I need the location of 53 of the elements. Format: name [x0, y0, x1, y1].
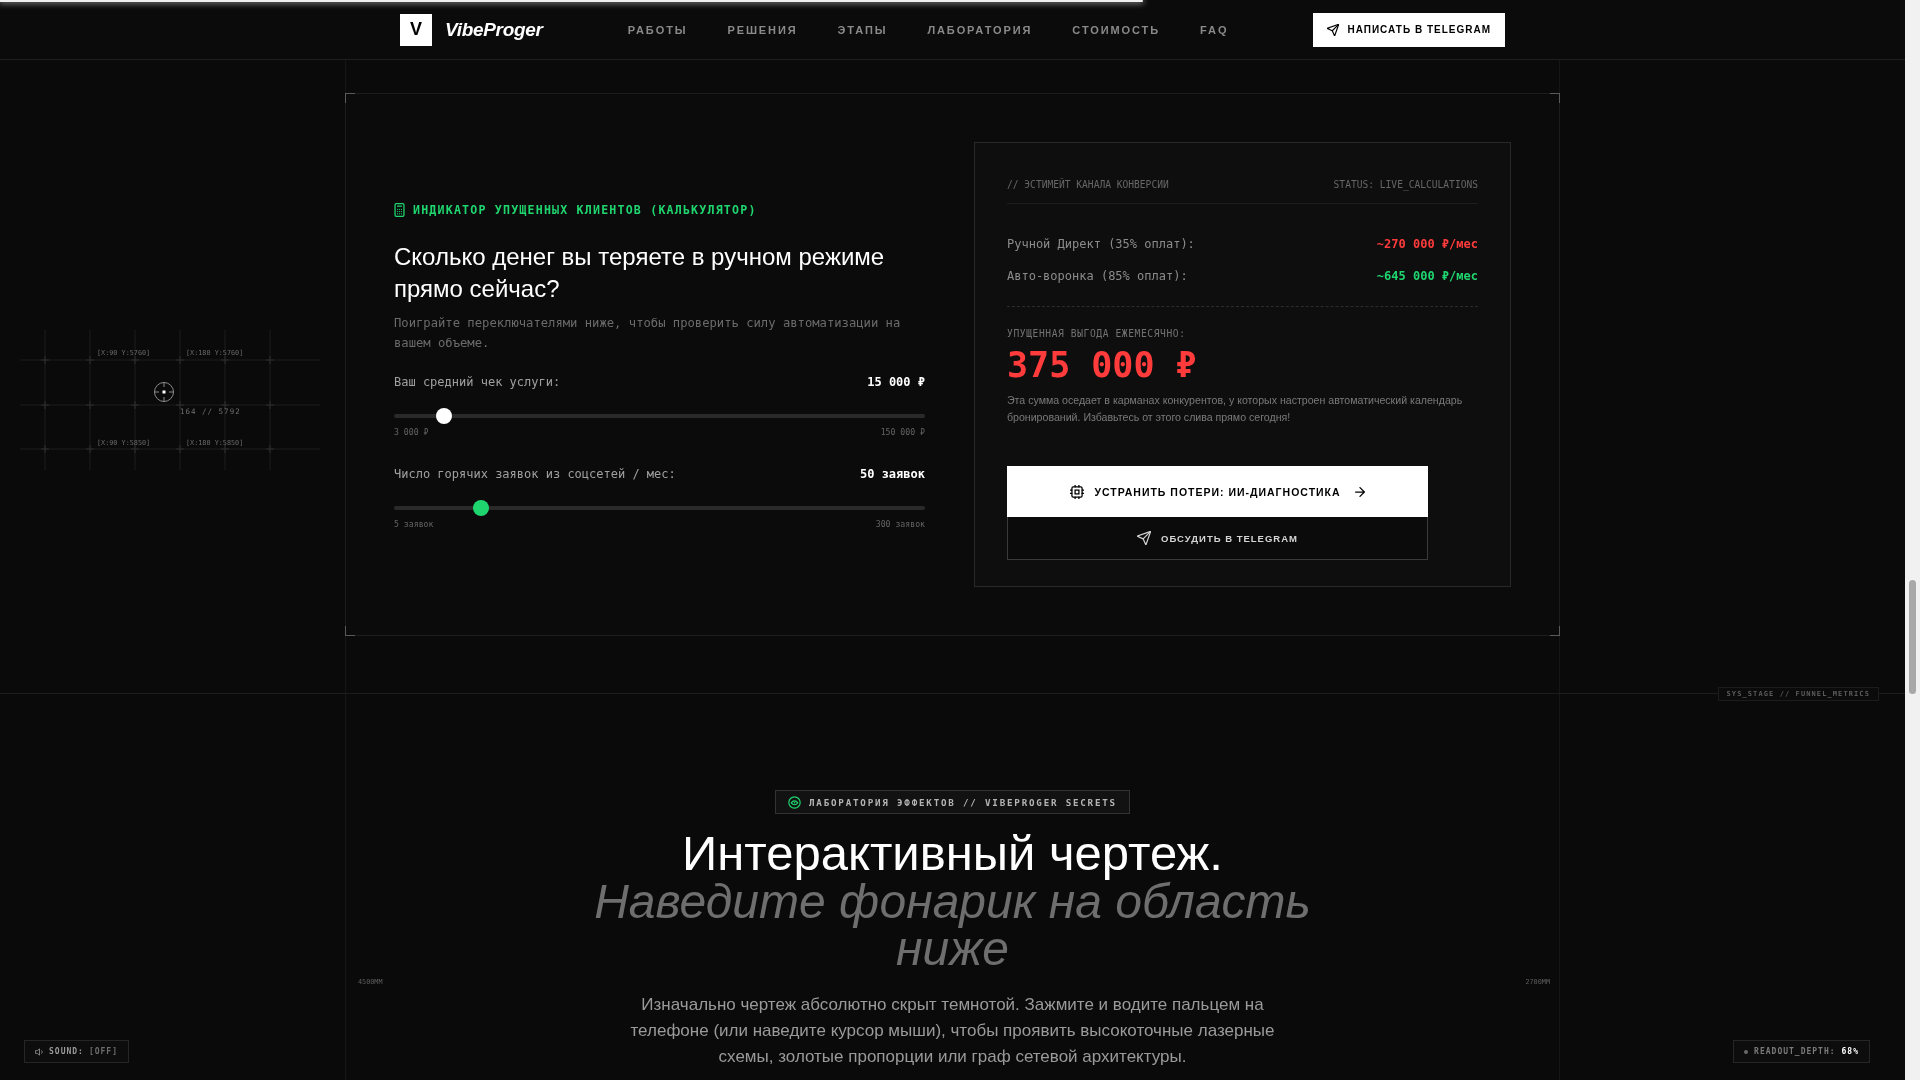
range-min: 3 000 ₽: [394, 426, 429, 437]
loss-amount: 375 000 ₽: [1007, 344, 1198, 386]
logo-name[interactable]: VibeProger: [445, 18, 543, 41]
calculator-icon: [394, 202, 405, 217]
send-icon: [1137, 531, 1152, 545]
range-max: 150 000 ₽: [880, 426, 925, 437]
corner-mark: [1550, 626, 1560, 636]
telegram-button[interactable]: НАПИСАТЬ В TELEGRAM: [1313, 12, 1505, 47]
corner-mark: [1550, 93, 1560, 103]
section-description: Изначально чертеж абсолютно скрыт темнотой. Зажмите и водите пальцем на телефоне (или наведите курсор мыши), чтобы проявить высокоточные лазерные схемы, золотые пропорции или граф сетевой архитектуры.: [629, 994, 1276, 1068]
slider-thumb[interactable]: [436, 407, 453, 424]
arrow-right-icon: [1354, 486, 1365, 497]
logo-mark[interactable]: V: [400, 13, 432, 46]
slider-label: Число горячих заявок из соцсетей / мес:: [394, 466, 676, 481]
range-min: 5 заявок: [394, 518, 434, 529]
send-icon: [1327, 23, 1340, 36]
slider-label: Ваш средний чек услуги:: [394, 374, 561, 389]
nav-link[interactable]: FAQ: [1200, 23, 1229, 36]
slider-value: 15 000 ₽: [867, 374, 925, 389]
diagnostics-button[interactable]: УСТРАНИТЬ ПОТЕРИ: ИИ-ДИАГНОСТИКА: [1007, 466, 1428, 517]
slider-thumb[interactable]: [472, 499, 489, 516]
estimate-label: Авто-воронка (85% оплат):: [1007, 269, 1188, 283]
nav-link[interactable]: ЭТАПЫ: [837, 23, 888, 36]
crosshair-icon: [153, 381, 175, 403]
nav-link[interactable]: СТОИМОСТЬ: [1072, 23, 1161, 36]
speaker-icon: [35, 1047, 44, 1056]
section-label: ИНДИКАТОР УПУЩЕННЫХ КЛИЕНТОВ (КАЛЬКУЛЯТОР): [413, 202, 757, 217]
calculator-title: Сколько денег вы теряете в ручном режиме прямо сейчас?: [394, 241, 886, 304]
section-heading: Интерактивный чертеж.: [682, 828, 1223, 878]
loss-note: Эта сумма оседает в карманах конкурентов, у которых настроен автоматический календарь бронирований. Избавьтесь от этого слива прямо сегодня!: [1007, 393, 1464, 425]
chip-icon: [1070, 484, 1085, 499]
readout-indicator: READOUT_DEPTH: 68%: [1733, 1040, 1870, 1063]
telegram-button[interactable]: ОБСУДИТЬ В TELEGRAM: [1007, 517, 1428, 560]
estimate-value: ~270 000 ₽/мес: [1376, 237, 1478, 251]
nav-link[interactable]: РЕШЕНИЯ: [727, 23, 798, 36]
sound-toggle[interactable]: SOUND: [OFF]: [24, 1040, 129, 1063]
dot-icon: [1744, 1049, 1749, 1054]
slider-value: 50 заявок: [859, 466, 925, 481]
estimate-label: Ручной Директ (35% оплат):: [1007, 237, 1195, 251]
calculator-description: Поиграйте переключателями ниже, чтобы проверить силу автоматизации на вашем объеме.: [394, 314, 902, 352]
corner-mark: [345, 93, 355, 103]
scrollbar[interactable]: [1905, 0, 1920, 1080]
loss-label: УПУЩЕННАЯ ВЫГОДА ЕЖЕМЕСЯЧНО:: [1007, 328, 1187, 339]
section-badge: ЛАБОРАТОРИЯ ЭФФЕКТОВ // VIBEPROGER SECRETS: [775, 790, 1130, 814]
eye-icon: [788, 795, 802, 809]
estimate-value: ~645 000 ₽/мес: [1376, 269, 1478, 283]
panel-caption: // ЭСТИМЕЙТ КАНАЛА КОНВЕРСИИ: [1007, 179, 1169, 190]
nav-link[interactable]: ЛАБОРАТОРИЯ: [927, 23, 1033, 36]
scrollbar-thumb[interactable]: [1909, 580, 1916, 694]
range-max: 300 заявок: [875, 518, 925, 529]
corner-mark: [345, 626, 355, 636]
nav-link[interactable]: РАБОТЫ: [627, 23, 688, 36]
status-text: STATUS: LIVE_CALCULATIONS: [1333, 179, 1478, 190]
